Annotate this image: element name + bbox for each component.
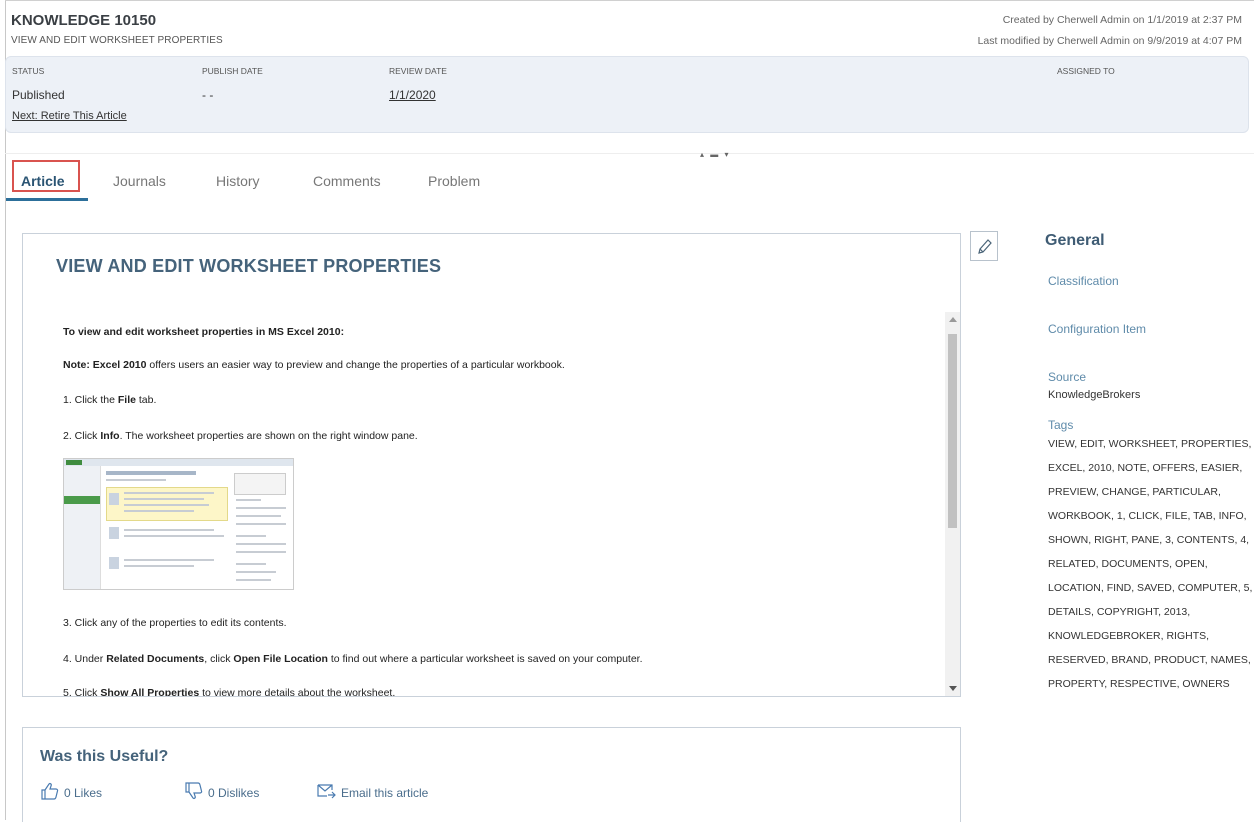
feedback-title: Was this Useful?: [40, 748, 169, 765]
assigned-to-label: ASSIGNED TO: [1057, 66, 1115, 76]
status-value: Published: [12, 88, 65, 102]
article-step-2: 2. Click Info. The worksheet properties …: [63, 430, 418, 442]
tab-comments[interactable]: Comments: [313, 173, 381, 189]
panel-splitter-handle[interactable]: ▴ ▬ ▾: [700, 150, 730, 159]
tab-journals[interactable]: Journals: [113, 173, 166, 189]
record-subtitle: VIEW AND EDIT WORKSHEET PROPERTIES: [11, 35, 223, 46]
classification-label: Classification: [1048, 274, 1119, 288]
article-title: VIEW AND EDIT WORKSHEET PROPERTIES: [56, 256, 442, 276]
review-date-link[interactable]: 1/1/2020: [389, 88, 436, 102]
review-date-label: REVIEW DATE: [389, 66, 447, 76]
article-step-3: 3. Click any of the properties to edit i…: [63, 617, 287, 629]
general-section-title: General: [1045, 232, 1105, 249]
likes-count: 0 Likes: [64, 786, 103, 800]
email-article-label: Email this article: [341, 786, 429, 800]
created-info: Created by Cherwell Admin on 1/1/2019 at…: [1002, 14, 1242, 26]
thumbs-up-icon: [41, 783, 59, 800]
record-title: KNOWLEDGE 10150: [11, 12, 157, 29]
status-label: STATUS: [12, 66, 45, 76]
tab-problem[interactable]: Problem: [428, 173, 480, 189]
window-top-border: [5, 0, 1254, 1]
publish-date-label: PUBLISH DATE: [202, 66, 263, 76]
tab-history[interactable]: History: [216, 173, 260, 189]
source-label: Source: [1048, 370, 1087, 384]
article-body[interactable]: To view and edit worksheet properties in…: [24, 312, 960, 696]
edit-article-button[interactable]: [970, 231, 998, 261]
scroll-up-arrow-icon[interactable]: [949, 317, 957, 322]
publish-date-value: - -: [202, 88, 214, 102]
thumbs-down-icon: [185, 782, 203, 799]
tags-label: Tags: [1048, 418, 1074, 432]
article-scrollbar[interactable]: [945, 312, 960, 696]
pencil-icon: [978, 239, 992, 254]
tab-article[interactable]: Article: [21, 173, 65, 189]
active-tab-underline: [6, 198, 88, 201]
article-note: Note: Excel 2010 offers users an easier …: [63, 359, 565, 371]
article-step-1: 1. Click the File tab.: [63, 394, 157, 406]
article-card: VIEW AND EDIT WORKSHEET PROPERTIES To vi…: [22, 233, 961, 697]
scroll-thumb[interactable]: [948, 334, 957, 528]
divider: [5, 153, 1254, 154]
article-step-5: 5. Click Show All Properties to view mor…: [63, 687, 396, 696]
dislikes-count: 0 Dislikes: [208, 786, 260, 800]
excel-info-screenshot: [63, 458, 294, 590]
feedback-card: Was this Useful? 0 Likes 0 Dislikes Emai…: [22, 727, 961, 822]
configuration-item-label: Configuration Item: [1048, 322, 1147, 336]
scroll-down-arrow-icon[interactable]: [949, 686, 957, 691]
tags-value: VIEW, EDIT, WORKSHEET, PROPERTIES, EXCEL…: [1048, 438, 1253, 690]
article-step-4: 4. Under Related Documents, click Open F…: [63, 653, 643, 665]
article-heading: To view and edit worksheet properties in…: [63, 326, 345, 338]
email-forward-icon: [317, 784, 336, 799]
source-value: KnowledgeBrokers: [1048, 389, 1141, 401]
status-panel: STATUS Published PUBLISH DATE - - REVIEW…: [5, 56, 1249, 133]
modified-info: Last modified by Cherwell Admin on 9/9/2…: [977, 35, 1242, 47]
next-retire-article-link[interactable]: Next: Retire This Article: [12, 110, 127, 122]
